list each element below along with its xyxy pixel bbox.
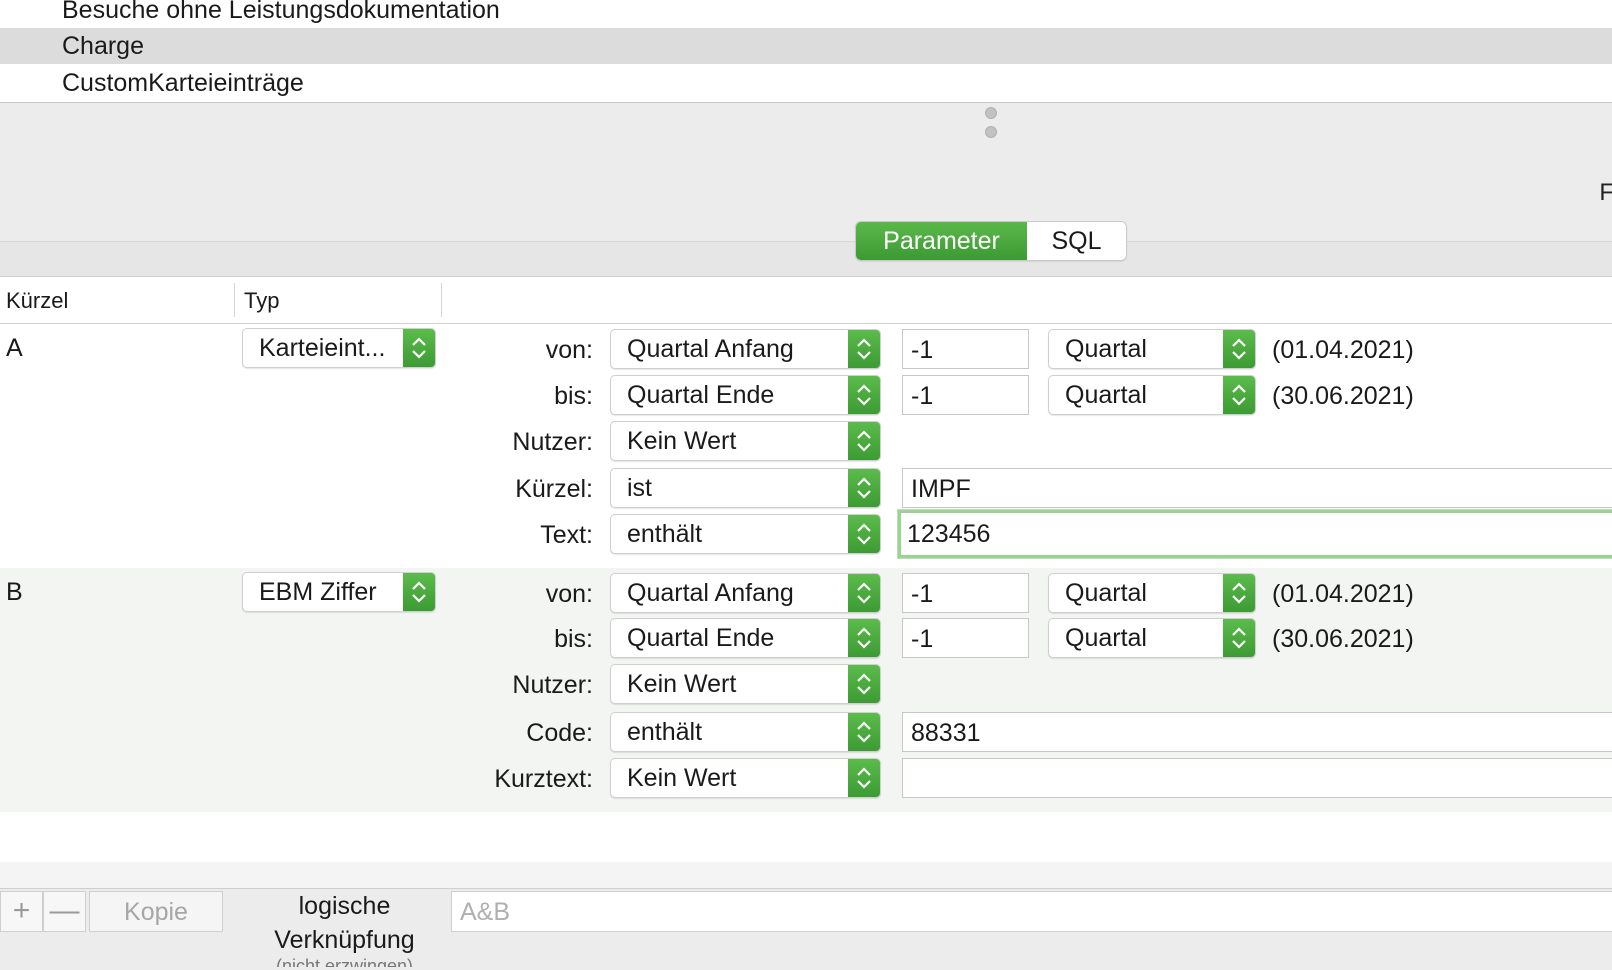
von-anchor-popup[interactable]: Quartal Anfang [610,573,881,613]
splitter-handle-icon[interactable] [985,107,997,119]
toolbar-band [0,241,1612,276]
von-label: von: [545,336,593,364]
stepper-icon[interactable] [848,330,880,368]
list-item[interactable]: Besuche ohne Leistungsdokumentation [0,0,1612,28]
logic-expression-input[interactable]: A&B [451,891,1612,932]
stepper-icon[interactable] [848,422,880,460]
column-header-typ[interactable]: Typ [238,277,438,324]
text-value-field[interactable]: 123456 [898,510,1612,558]
stepper-icon[interactable] [1223,574,1255,612]
kurztext-filter-label: Kurztext: [494,765,593,793]
bis-label: bis: [554,382,593,410]
bis-offset-field[interactable]: -1 [902,618,1029,658]
stepper-icon[interactable] [848,619,880,657]
clipped-label: F [1599,179,1612,206]
splitter-pane: F [0,103,1612,241]
bis-anchor-value: Quartal Ende [627,381,775,409]
stepper-icon[interactable] [848,515,880,553]
nutzer-value: Kein Wert [627,427,737,455]
von-offset-field[interactable]: -1 [902,329,1029,369]
kuerzel-operator-value: ist [627,474,652,502]
tab-sql[interactable]: SQL [1027,222,1126,260]
column-divider[interactable] [234,283,235,317]
von-anchor-popup[interactable]: Quartal Anfang [610,329,881,369]
bis-unit-popup[interactable]: Quartal [1048,618,1256,658]
table-footer [0,862,1612,889]
stepper-icon[interactable] [848,713,880,751]
von-anchor-value: Quartal Anfang [627,579,794,607]
bis-unit-popup[interactable]: Quartal [1048,375,1256,415]
bis-date-preview: (30.06.2021) [1272,382,1414,410]
von-date-preview: (01.04.2021) [1272,580,1414,608]
stepper-icon[interactable] [1223,619,1255,657]
type-value: EBM Ziffer [259,578,377,606]
von-unit-popup[interactable]: Quartal [1048,573,1256,613]
query-list: Besuche ohne Leistungsdokumentation Char… [0,0,1612,103]
splitter-handle-icon[interactable] [985,126,997,138]
table-header: Kürzel Typ [0,276,1612,324]
kuerzel-operator-popup[interactable]: ist [610,468,881,508]
add-button[interactable]: + [0,891,43,932]
stepper-icon[interactable] [848,469,880,507]
tab-parameter[interactable]: Parameter [856,222,1027,260]
von-unit-value: Quartal [1065,335,1147,363]
nutzer-value: Kein Wert [627,670,737,698]
text-operator-popup[interactable]: enthält [610,514,881,554]
column-divider[interactable] [441,283,442,317]
row-letter: A [6,334,23,362]
stepper-icon[interactable] [848,376,880,414]
list-item[interactable]: CustomKarteieinträge [0,65,1612,101]
code-filter-label: Code: [526,719,593,747]
code-operator-value: enthält [627,718,703,746]
mode-toggle[interactable]: Parameter SQL [855,221,1127,261]
table-row: A Karteieint... von: Quartal Anfang -1 Q… [0,324,1612,568]
stepper-icon[interactable] [848,574,880,612]
von-unit-value: Quartal [1065,579,1147,607]
code-value-field[interactable]: 88331 [902,712,1612,752]
von-unit-popup[interactable]: Quartal [1048,329,1256,369]
bis-anchor-popup[interactable]: Quartal Ende [610,618,881,658]
bis-date-preview: (30.06.2021) [1272,625,1414,653]
text-operator-value: enthält [627,520,703,548]
code-operator-popup[interactable]: enthält [610,712,881,752]
kurztext-operator-value: Kein Wert [627,764,737,792]
bis-anchor-popup[interactable]: Quartal Ende [610,375,881,415]
kuerzel-value-field[interactable]: IMPF [902,468,1612,508]
logic-label-line1: logische [298,892,391,920]
list-item-selected[interactable]: Charge [0,28,1612,64]
bottom-toolbar: + — Kopie logische Verknüpfung (nicht er… [0,889,1612,970]
bis-label: bis: [554,625,593,653]
logic-label-line2: Verknüpfung [274,926,415,954]
table-row: B EBM Ziffer von: Quartal Anfang -1 Quar… [0,568,1612,812]
kurztext-value-field[interactable] [902,758,1612,798]
bis-unit-value: Quartal [1065,624,1147,652]
stepper-icon[interactable] [1223,376,1255,414]
type-value: Karteieint... [259,334,386,362]
kuerzel-filter-label: Kürzel: [515,475,593,503]
text-filter-label: Text: [540,521,593,549]
bis-unit-value: Quartal [1065,381,1147,409]
von-offset-field[interactable]: -1 [902,573,1029,613]
kurztext-operator-popup[interactable]: Kein Wert [610,758,881,798]
table-empty-area [0,812,1612,862]
stepper-icon[interactable] [1223,330,1255,368]
remove-button[interactable]: — [43,891,86,932]
stepper-icon[interactable] [848,759,880,797]
logic-label: logische Verknüpfung (nicht erzwingen) [232,889,457,967]
copy-button[interactable]: Kopie [89,891,223,932]
nutzer-popup[interactable]: Kein Wert [610,664,881,704]
nutzer-popup[interactable]: Kein Wert [610,421,881,461]
von-anchor-value: Quartal Anfang [627,335,794,363]
row-letter: B [6,578,23,606]
nutzer-label: Nutzer: [512,428,593,456]
von-date-preview: (01.04.2021) [1272,336,1414,364]
logic-label-line3: (nicht erzwingen) [275,957,414,967]
von-label: von: [545,580,593,608]
bis-anchor-value: Quartal Ende [627,624,775,652]
nutzer-label: Nutzer: [512,671,593,699]
bis-offset-field[interactable]: -1 [902,375,1029,415]
stepper-icon[interactable] [848,665,880,703]
column-header-kuerzel[interactable]: Kürzel [0,277,234,324]
